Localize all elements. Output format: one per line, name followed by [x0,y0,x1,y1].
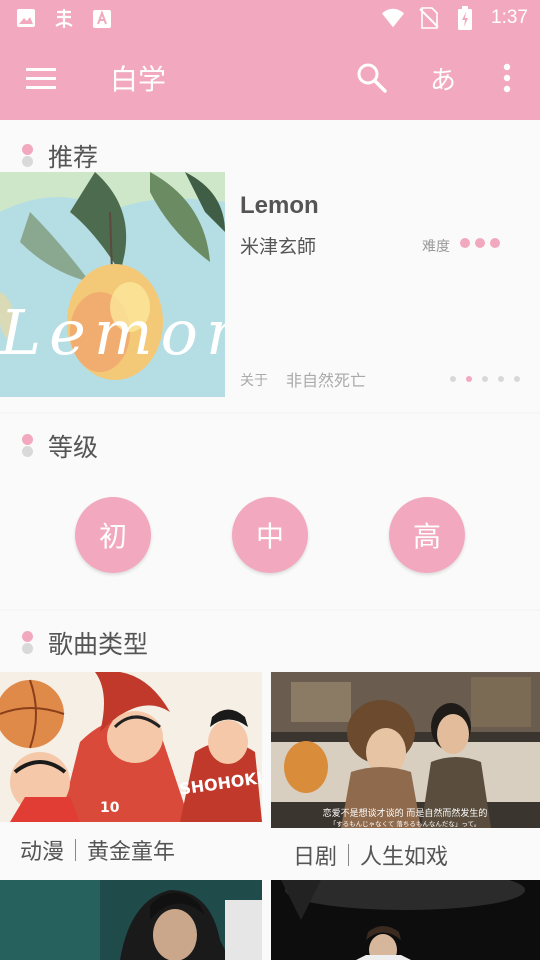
level-advanced-button[interactable]: 高 [389,497,465,573]
pager-dot[interactable] [514,376,520,382]
wifi-icon [381,6,405,30]
cover-lettering: Lemon [0,296,225,369]
genre-anime-image[interactable]: SHOHOKU 10 [0,672,262,822]
difficulty-dot [475,238,485,248]
more-vert-icon[interactable] [500,62,514,96]
app-title: 白学 [110,63,167,96]
recommend-title: 推荐 [48,143,99,172]
genre-anime-label[interactable]: 动漫 黄金童年 [20,834,175,866]
status-bar: 1:37 [0,0,540,38]
app-bar: 白学 あ [0,38,540,120]
genre-card-image[interactable] [0,880,262,960]
level-beginner-button[interactable]: 初 [75,497,151,573]
divider [348,844,350,866]
levels-section: 等级 初 中 高 [0,414,540,609]
genre-subtitle: 黄金童年 [87,840,176,865]
pager-dot[interactable] [466,376,472,382]
about-value: 非自然死亡 [286,371,367,390]
level-intermediate-button[interactable]: 中 [232,497,308,573]
subtitle-caption-cn: 恋爱不是想谈才谈的 而是自然而然发生的 [323,807,488,819]
menu-icon[interactable] [26,65,58,93]
genre-drama-label[interactable]: 日剧 人生如戏 [293,839,448,871]
genre-category: 动漫 [20,840,65,865]
search-icon[interactable] [356,62,388,94]
clock: 1:37 [491,7,528,28]
image-icon [14,6,38,30]
no-sim-icon [417,6,441,30]
difficulty-dot [490,238,500,248]
section-header: 歌曲类型 [22,625,148,661]
pager-dot[interactable] [498,376,504,382]
genres-title: 歌曲类型 [48,630,149,659]
genres-section: 歌曲类型 SHOHOKU 10 动漫 黄金童年 恋爱不是想谈才谈的 而是自然而然… [0,611,540,960]
language-button[interactable]: あ [430,60,456,97]
section-dots-icon [22,434,34,458]
divider [75,839,77,861]
store-icon [90,6,114,30]
pager-dot[interactable] [482,376,488,382]
jersey-number: 10 [100,800,120,816]
difficulty-dot [460,238,470,248]
difficulty-label: 难度 [422,239,450,255]
section-dots-icon [22,144,34,168]
section-header: 等级 [22,428,98,464]
song-artist: 米津玄師 [240,236,317,258]
genre-card-image[interactable] [271,880,540,960]
difficulty-indicator [460,238,500,248]
carousel-pager[interactable] [450,376,520,382]
section-dots-icon [22,631,34,655]
app-bug-icon [52,6,76,30]
song-cover-image[interactable]: Lemon [0,172,225,397]
battery-charging-icon [453,6,477,30]
genre-drama-image[interactable]: 恋爱不是想谈才谈的 而是自然而然发生的 「するもんじゃなくて 落ちるもんなんだな… [271,672,540,828]
pager-dot[interactable] [450,376,456,382]
song-title[interactable]: Lemon [240,192,319,220]
genre-category: 日剧 [293,845,338,870]
section-header: 推荐 [22,138,98,174]
genre-subtitle: 人生如戏 [360,845,449,870]
recommend-section: 推荐 Lemon Lemon 米津玄師 难度 关于 非自然死亡 [0,120,540,412]
levels-title: 等级 [48,433,99,462]
about-label: 关于 [240,373,268,389]
subtitle-caption-jp: 「するもんじゃなくて 落ちるもんなんだな」って。 [330,819,481,828]
